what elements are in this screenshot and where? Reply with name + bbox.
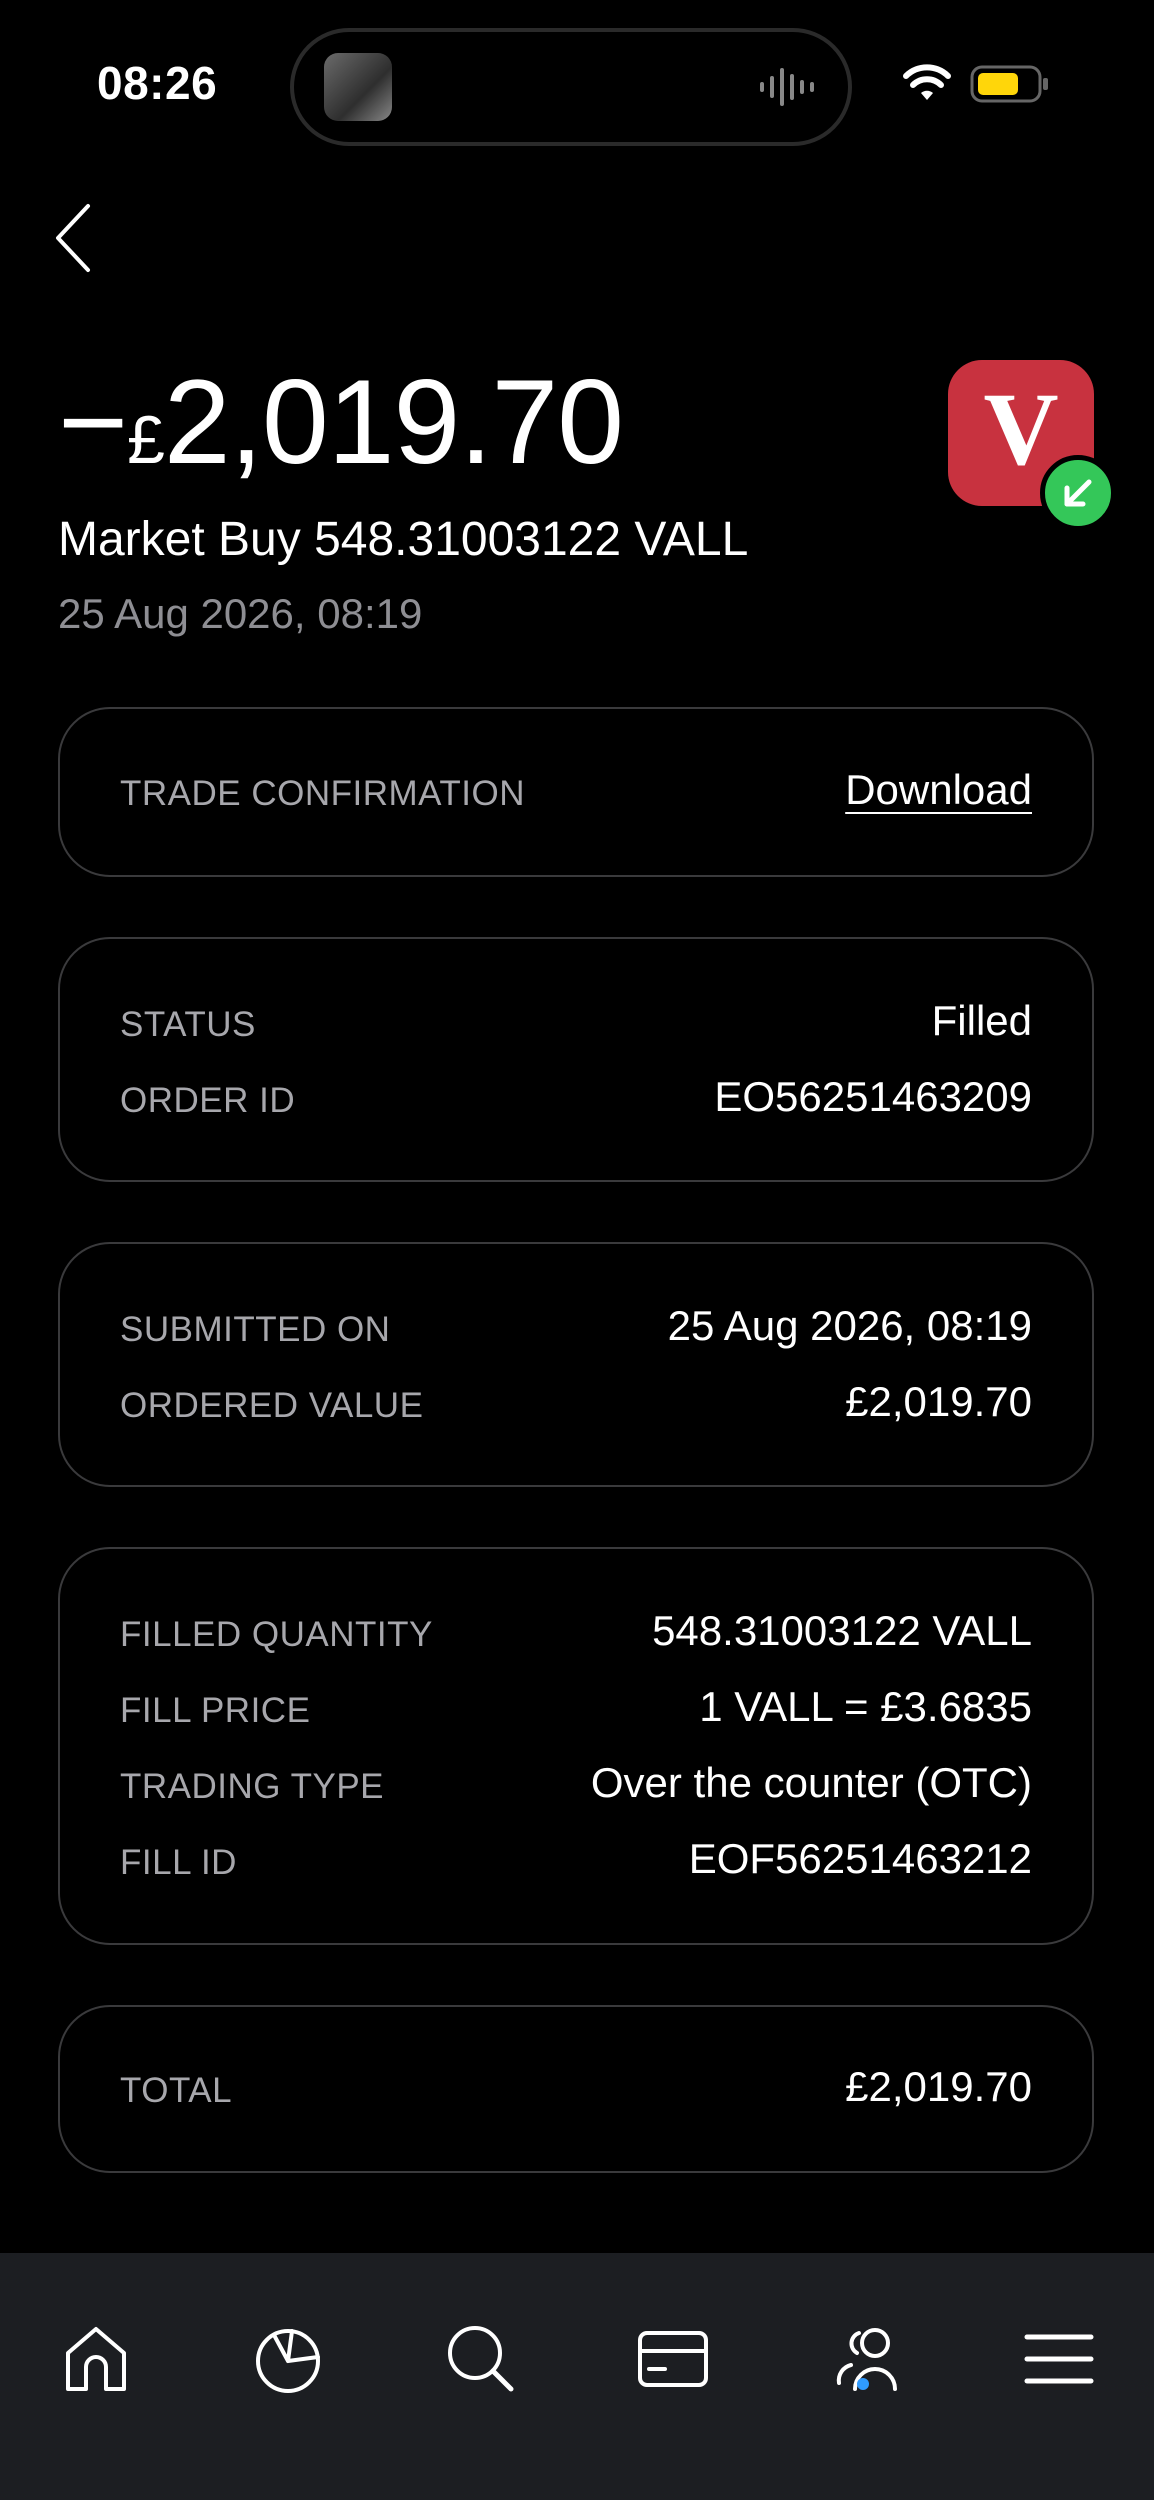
ordered-value-row: ORDERED VALUE £2,019.70 [120, 1374, 1032, 1434]
search-icon [448, 2326, 514, 2392]
nav-people[interactable] [803, 2293, 923, 2413]
trade-confirmation-row: TRADE CONFIRMATION Download [120, 762, 1032, 822]
menu-icon [1024, 2334, 1094, 2384]
status-value: Filled [931, 997, 1032, 1044]
status-time: 08:26 [97, 57, 218, 109]
filled-quantity-row: FILLED QUANTITY 548.31003122 VALL [120, 1603, 1032, 1663]
submitted-on-label: SUBMITTED ON [120, 1310, 391, 1349]
buy-badge [1040, 455, 1116, 531]
nav-menu[interactable] [993, 2293, 1113, 2413]
active-tab-indicator [857, 2378, 869, 2390]
wifi-icon [903, 64, 951, 100]
fill-price-row: FILL PRICE 1 VALL = £3.6835 [120, 1679, 1032, 1739]
total-value: £2,019.70 [845, 2063, 1032, 2110]
nav-search[interactable] [415, 2293, 535, 2413]
trading-type-row: TRADING TYPE Over the counter (OTC) [120, 1755, 1032, 1815]
amount-value: 2,019.70 [163, 355, 624, 489]
battery-icon [970, 65, 1048, 103]
download-link[interactable]: Download [845, 766, 1032, 814]
audio-wave-icon [760, 68, 814, 106]
fill-id-label: FILL ID [120, 1843, 237, 1882]
transaction-amount: −£2,019.70 [58, 362, 624, 482]
ordered-value-value: £2,019.70 [845, 1378, 1032, 1425]
status-row: STATUS Filled [120, 993, 1032, 1053]
nav-cards[interactable] [607, 2293, 727, 2413]
fill-details-card: FILLED QUANTITY 548.31003122 VALL FILL P… [58, 1547, 1094, 1945]
arrow-down-left-icon [1064, 479, 1092, 507]
order-id-value: EO56251463209 [714, 1073, 1032, 1120]
order-id-row: ORDER ID EO56251463209 [120, 1069, 1032, 1129]
card-icon [638, 2331, 708, 2387]
home-icon [66, 2327, 126, 2391]
nav-home[interactable] [30, 2293, 150, 2413]
submitted-on-row: SUBMITTED ON 25 Aug 2026, 08:19 [120, 1298, 1032, 1358]
trading-type-label: TRADING TYPE [120, 1767, 385, 1806]
dynamic-island[interactable] [290, 28, 852, 146]
bottom-navigation [0, 2253, 1154, 2500]
now-playing-thumbnail [324, 53, 392, 121]
submitted-on-value: 25 Aug 2026, 08:19 [667, 1302, 1032, 1349]
status-card: STATUS Filled ORDER ID EO56251463209 [58, 937, 1094, 1182]
trade-confirmation-label: TRADE CONFIRMATION [120, 774, 526, 813]
total-row: TOTAL £2,019.70 [120, 2059, 1032, 2119]
trade-confirmation-card: TRADE CONFIRMATION Download [58, 707, 1094, 877]
nav-portfolio[interactable] [222, 2293, 342, 2413]
back-chevron-icon[interactable] [52, 202, 96, 274]
filled-quantity-value: 548.31003122 VALL [652, 1607, 1032, 1654]
fill-id-row: FILL ID EOF56251463212 [120, 1831, 1032, 1891]
pie-chart-icon [256, 2329, 320, 2393]
total-label: TOTAL [120, 2071, 233, 2110]
transaction-date: 25 Aug 2026, 08:19 [58, 590, 423, 637]
order-id-label: ORDER ID [120, 1081, 296, 1120]
submitted-card: SUBMITTED ON 25 Aug 2026, 08:19 ORDERED … [58, 1242, 1094, 1487]
filled-quantity-label: FILLED QUANTITY [120, 1615, 433, 1654]
total-card: TOTAL £2,019.70 [58, 2005, 1094, 2173]
amount-sign: − [58, 355, 128, 489]
fill-price-value: 1 VALL = £3.6835 [699, 1683, 1032, 1730]
fill-id-value: EOF56251463212 [688, 1835, 1032, 1882]
status-label: STATUS [120, 1005, 256, 1044]
amount-currency: £ [127, 402, 165, 478]
ordered-value-label: ORDERED VALUE [120, 1386, 424, 1425]
people-icon [836, 2328, 897, 2391]
fill-price-label: FILL PRICE [120, 1691, 311, 1730]
trading-type-value: Over the counter (OTC) [590, 1759, 1032, 1806]
transaction-title: Market Buy 548.31003122 VALL [58, 513, 749, 566]
